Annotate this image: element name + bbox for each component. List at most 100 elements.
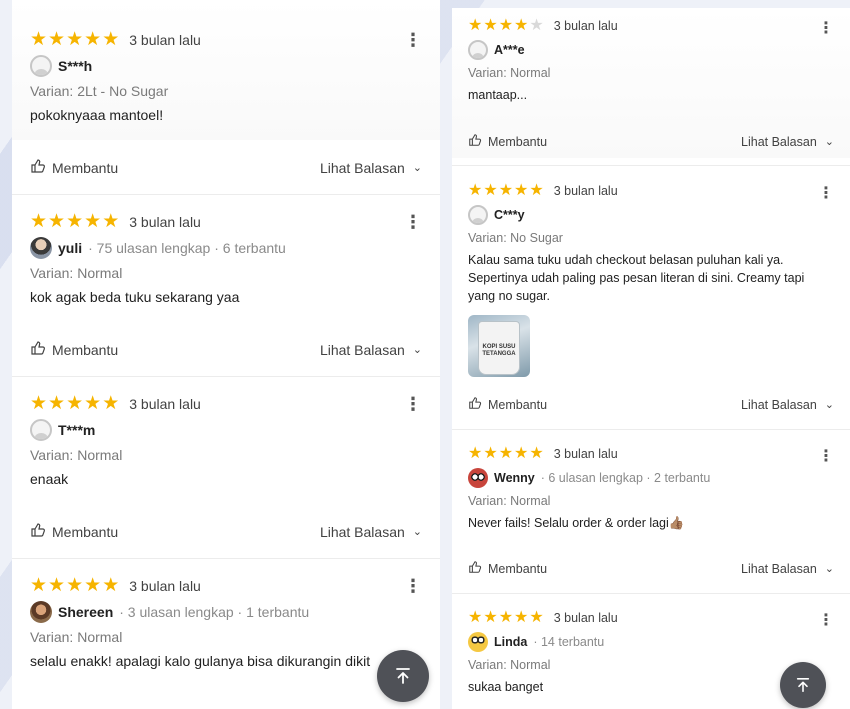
star-icon: ★ [529,182,544,199]
star-icon: ★ [30,29,48,50]
helpful-label: Membantu [488,134,548,149]
kebab-menu-icon[interactable]: ⋮ [818,610,834,630]
kebab-menu-icon[interactable]: ⋮ [404,576,422,597]
chevron-down-icon: ⌄ [824,563,834,575]
helpful-button[interactable]: Membantu [30,522,118,541]
review-time: 3 bulan lalu [553,447,618,461]
star-icon: ★ [498,609,514,626]
view-replies-button[interactable]: Lihat Balasan ⌄ [320,160,422,176]
star-icon: ★ [84,393,102,414]
star-icon: ★ [66,575,84,596]
helpful-button[interactable]: Membantu [468,133,547,150]
star-icon: ★ [498,445,514,462]
thumbs-up-icon [30,158,46,177]
reviewer-stats: · 75 ulasan lengkap · 6 terbantu [88,240,286,256]
review-text: selalu enakk! apalagi kalo gulanya bisa … [30,653,371,669]
view-replies-button[interactable]: Lihat Balasan ⌄ [741,135,834,149]
review-text: pokoknyaaa mantoel! [30,107,164,123]
avatar [468,205,488,225]
star-rating: ★ ★ ★ ★ ★ [468,446,544,462]
review-time: 3 bulan lalu [553,611,618,625]
star-icon: ★ [102,575,120,596]
kebab-menu-icon[interactable]: ⋮ [404,30,422,51]
chevron-down-icon: ⌄ [824,399,834,411]
scroll-to-top-button[interactable] [780,662,826,708]
star-icon: ★ [84,211,102,232]
variant-label: Varian: Normal [468,66,551,80]
helpful-button[interactable]: Membantu [468,396,547,413]
view-replies-button[interactable]: Lihat Balasan ⌄ [741,398,834,412]
thumbs-up-icon [468,560,482,577]
view-replies-button[interactable]: Lihat Balasan ⌄ [741,562,834,576]
star-icon: ★ [529,445,544,462]
review-time: 3 bulan lalu [129,395,201,412]
arrow-to-top-icon [394,667,412,685]
view-replies-label: Lihat Balasan [741,561,817,576]
star-icon: ★ [48,575,66,596]
helpful-button[interactable]: Membantu [468,560,547,577]
star-icon: ★ [498,17,514,34]
helpful-button[interactable]: Membantu [30,158,118,177]
kebab-menu-icon[interactable]: ⋮ [404,394,422,415]
reviewer-stats: · 3 ulasan lengkap · 1 terbantu [119,604,310,620]
review-time: 3 bulan lalu [129,31,201,48]
helpful-label: Membantu [52,523,119,540]
review-time: 3 bulan lalu [553,19,618,33]
star-rating: ★ ★ ★ ★ ★ [468,183,544,199]
scroll-to-top-button[interactable] [377,650,429,702]
review-actions: Membantu Lihat Balasan ⌄ [12,522,440,541]
view-replies-button[interactable]: Lihat Balasan ⌄ [320,342,422,358]
helpful-label: Membantu [52,159,119,176]
avatar [30,237,52,259]
review-actions: Membantu Lihat Balasan ⌄ [12,158,440,177]
star-icon: ★ [30,575,48,596]
star-icon: ★ [514,17,529,34]
kebab-menu-icon[interactable]: ⋮ [818,183,834,203]
review-card: ★ ★ ★ ★ ★ 3 bulan lalu ⋮ Shereen · 3 ulasan … [12,576,440,709]
reviewer-name: Linda [494,635,528,649]
review-text: enaak [30,471,69,487]
kebab-menu-icon[interactable]: ⋮ [818,18,834,38]
review-time: 3 bulan lalu [553,184,618,198]
variant-label: Varian: Normal [30,629,123,645]
kebab-menu-icon[interactable]: ⋮ [404,212,422,233]
avatar [468,632,488,652]
helpful-label: Membantu [488,561,548,576]
reviewer-name: Wenny [494,471,535,485]
review-actions: Membantu Lihat Balasan ⌄ [452,560,850,577]
thumbs-up-icon [30,340,46,359]
star-icon: ★ [66,211,84,232]
reviewer-stats: · 6 ulasan lengkap · 2 terbantu [540,471,711,485]
star-icon: ★ [468,609,483,626]
star-icon: ★ [514,445,529,462]
star-icon: ★ [514,609,529,626]
star-icon: ★ [48,29,66,50]
reviewer-stats: · 14 terbantu [533,635,605,649]
arrow-to-top-icon [795,677,811,693]
star-icon: ★ [66,393,84,414]
star-rating: ★ ★ ★ ★ ★ [30,576,119,595]
reviewer-name: T***m [58,422,96,438]
avatar [30,419,52,441]
cup-label: KOPI SUSU TETANGGA [482,344,516,357]
variant-label: Varian: Normal [468,658,551,672]
thumbs-up-icon [30,522,46,541]
star-icon: ★ [468,445,483,462]
variant-label: Varian: Normal [30,447,123,463]
view-replies-button[interactable]: Lihat Balasan ⌄ [320,524,422,540]
review-photo[interactable]: KOPI SUSU TETANGGA [468,315,530,378]
chevron-down-icon: ⌄ [824,136,834,148]
review-actions: Membantu Lihat Balasan ⌄ [452,396,850,413]
helpful-button[interactable]: Membantu [30,340,118,359]
star-rating: ★ ★ ★ ★ ★ [30,212,119,231]
reviewer-name: yuli [58,240,83,256]
reviewer-name: Shereen [58,604,114,620]
thumbs-up-icon [468,396,482,413]
reviewer-name: C***y [494,208,525,222]
helpful-label: Membantu [52,341,119,358]
star-icon: ★ [468,182,483,199]
star-icon: ★ [514,182,529,199]
avatar [468,40,488,60]
view-replies-label: Lihat Balasan [741,134,817,149]
kebab-menu-icon[interactable]: ⋮ [818,446,834,466]
